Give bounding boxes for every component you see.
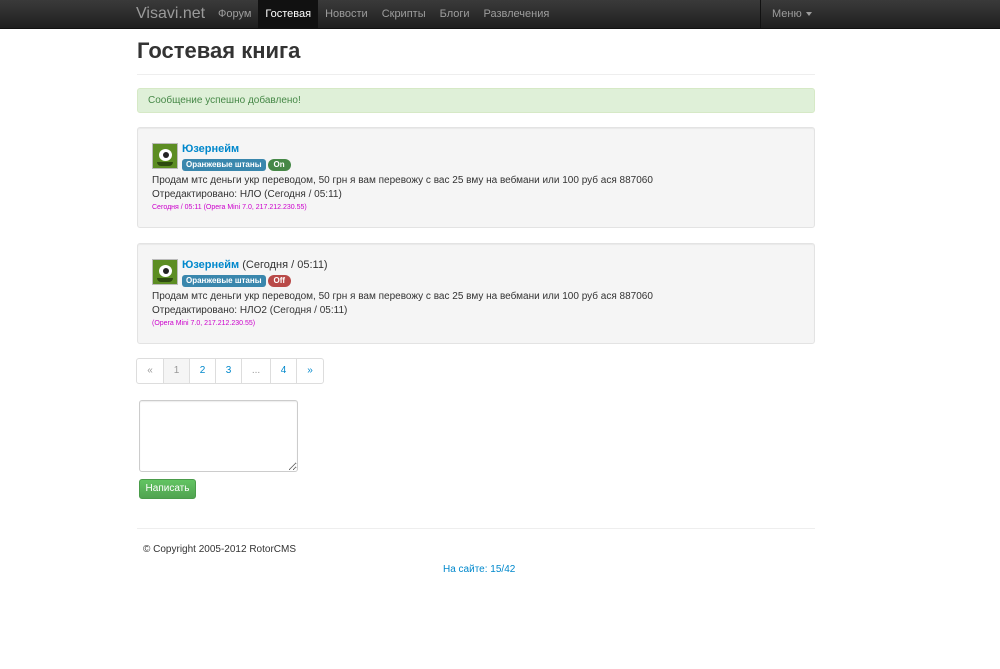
post-time: (Сегодня / 05:11) [242, 259, 328, 271]
post-badges: Оранжевые штаны On [182, 159, 291, 171]
footer-divider [137, 528, 815, 529]
nav-item-blogs[interactable]: Блоги [433, 0, 477, 28]
online-users-link[interactable]: На сайте: 15/42 [443, 564, 515, 575]
user-avatar[interactable] [152, 143, 178, 169]
menu-dropdown-label: Меню [772, 8, 802, 20]
pagination-page-3[interactable]: 3 [215, 359, 241, 383]
nav-item-news[interactable]: Новости [318, 0, 375, 28]
submit-button[interactable]: Написать [139, 479, 196, 499]
title-divider [137, 74, 815, 75]
pagination-prev[interactable]: « [137, 359, 163, 383]
offline-status-badge: Off [267, 275, 292, 287]
pagination: « 1 2 3 ... 4 » [136, 358, 324, 384]
post-username[interactable]: Юзернейм [182, 259, 239, 271]
post-text: Продам мтс деньги укр переводом, 50 грн … [152, 175, 653, 186]
post-text: Продам мтс деньги укр переводом, 50 грн … [152, 291, 653, 302]
post-meta: (Opera Mini 7.0, 217.212.230.55) [152, 320, 256, 327]
post-edited-note: Отредактировано: НЛО (Сегодня / 05:11) [152, 189, 342, 200]
nav-item-guestbook[interactable]: Гостевая [258, 0, 319, 28]
page-title: Гостевая книга [137, 38, 301, 63]
copyright-text: © Copyright 2005-2012 RotorCMS [143, 544, 296, 555]
post-meta: Сегодня / 05:11 (Opera Mini 7.0, 217.212… [152, 204, 307, 211]
menu-dropdown[interactable]: Меню [760, 0, 825, 28]
main-nav: Форум Гостевая Новости Скрипты Блоги Раз… [211, 0, 556, 28]
pagination-page-2[interactable]: 2 [189, 359, 215, 383]
message-textarea[interactable] [139, 400, 298, 472]
user-rank-label: Оранжевые штаны [182, 275, 266, 287]
nav-item-scripts[interactable]: Скрипты [375, 0, 433, 28]
guestbook-post: Юзернейм Оранжевые штаны On Продам мтс д… [137, 127, 815, 228]
post-username[interactable]: Юзернейм [182, 143, 239, 155]
guestbook-post: Юзернейм (Сегодня / 05:11) Оранжевые шта… [137, 243, 815, 344]
success-alert: Сообщение успешно добавлено! [137, 88, 815, 113]
post-edited-note: Отредактировано: НЛО2 (Сегодня / 05:11) [152, 305, 348, 316]
pagination-ellipsis: ... [241, 359, 270, 383]
nav-item-entertainment[interactable]: Развлечения [477, 0, 557, 28]
user-rank-label: Оранжевые штаны [182, 159, 266, 171]
pagination-page-4[interactable]: 4 [270, 359, 296, 383]
user-avatar[interactable] [152, 259, 178, 285]
pagination-next[interactable]: » [296, 359, 323, 383]
online-status-badge: On [267, 159, 291, 171]
top-navbar: Visavi.net Форум Гостевая Новости Скрипт… [0, 0, 1000, 29]
post-badges: Оранжевые штаны Off [182, 275, 292, 287]
nav-item-forum[interactable]: Форум [211, 0, 258, 28]
pagination-page-1[interactable]: 1 [163, 359, 189, 383]
caret-down-icon [805, 12, 812, 17]
brand-logo[interactable]: Visavi.net [136, 0, 205, 28]
